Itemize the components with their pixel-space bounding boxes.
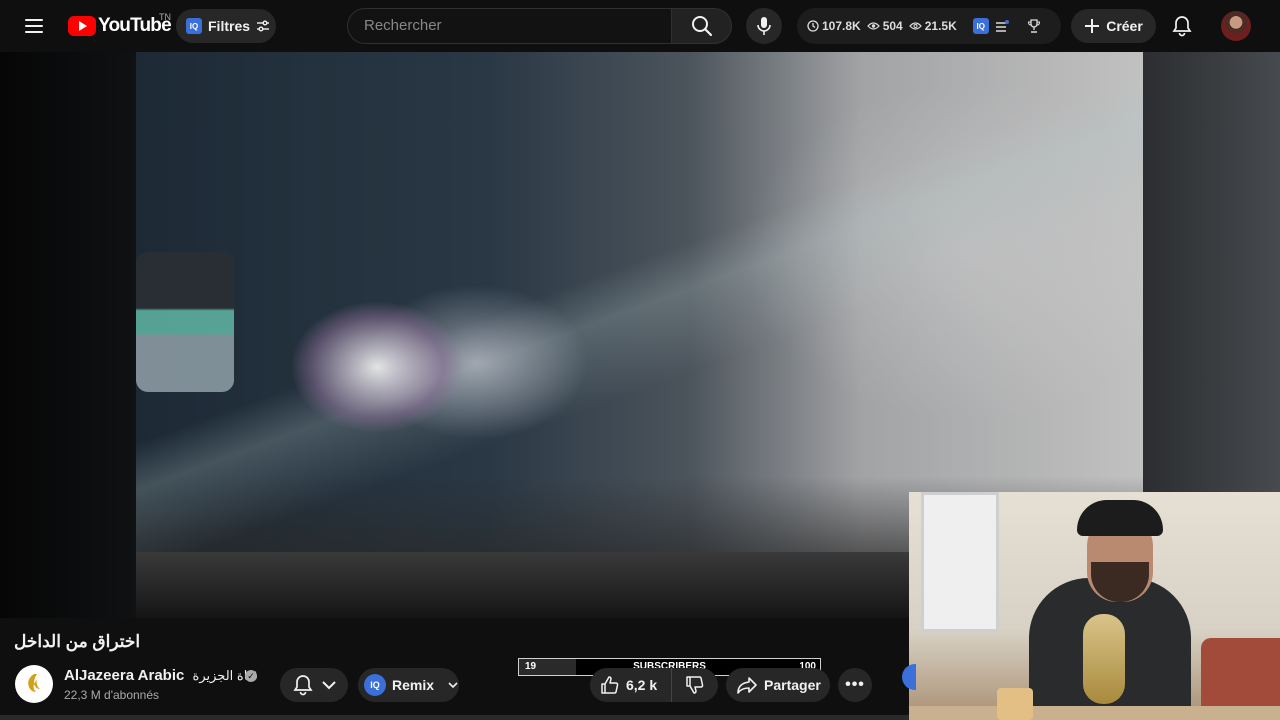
- microphone-icon: [757, 17, 771, 35]
- remix-button[interactable]: IQ Remix: [358, 668, 459, 702]
- subscriber-count: 22,3 M d'abonnés: [64, 688, 160, 702]
- thumbs-down-icon: [686, 676, 704, 694]
- like-button[interactable]: 6,2 k: [590, 668, 672, 702]
- like-dislike-group: 6,2 k: [590, 668, 718, 702]
- views-stat: 107.8K: [807, 19, 861, 33]
- chevron-down-icon: [321, 681, 336, 690]
- webcam-overlay: [909, 492, 1280, 720]
- extension-side-button[interactable]: [902, 664, 916, 690]
- voice-search-button[interactable]: [746, 8, 782, 44]
- verified-badge-icon: ✓: [245, 670, 257, 682]
- webcam-microphone: [1083, 614, 1125, 704]
- like-count: 6,2 k: [626, 677, 658, 693]
- clock-icon: [807, 20, 819, 32]
- eye-outline-icon: [908, 22, 922, 30]
- watchers-stat: 21.5K: [908, 19, 957, 33]
- top-bar: YouTube TN IQ Filtres Rechercher 107.8K …: [0, 0, 1280, 52]
- video-frame-detail: [136, 552, 916, 618]
- bell-icon: [292, 675, 313, 696]
- watchers-value: 21.5K: [924, 19, 957, 33]
- webcam-cup: [997, 688, 1033, 720]
- thumbs-up-icon: [601, 676, 619, 694]
- chevron-down-icon: [448, 682, 458, 689]
- create-button[interactable]: Créer: [1071, 9, 1156, 43]
- channel-avatar[interactable]: [15, 665, 53, 703]
- share-label: Partager: [764, 677, 821, 693]
- filters-button[interactable]: IQ Filtres: [176, 9, 276, 43]
- trophy-icon[interactable]: [1027, 19, 1041, 33]
- list-icon[interactable]: [995, 20, 1009, 32]
- share-button[interactable]: Partager: [726, 668, 830, 702]
- aljazeera-logo-icon: [28, 674, 40, 692]
- logo-country-code: TN: [159, 12, 171, 22]
- channel-name-latin: AlJazeera Arabic: [64, 667, 185, 684]
- iq-extension-icon: IQ: [186, 18, 202, 34]
- filters-label: Filtres: [208, 18, 251, 34]
- video-frame-detail: [136, 252, 234, 392]
- more-dots-icon: •••: [845, 676, 865, 693]
- share-icon: [737, 677, 757, 694]
- notifications-button[interactable]: [1167, 12, 1197, 40]
- plus-icon: [1085, 19, 1100, 33]
- create-label: Créer: [1106, 18, 1143, 34]
- more-actions-button[interactable]: •••: [838, 668, 872, 702]
- youtube-logo[interactable]: YouTube: [68, 15, 172, 37]
- menu-icon[interactable]: [18, 12, 50, 40]
- webcam-desk: [909, 706, 1280, 720]
- sliders-icon: [257, 20, 270, 32]
- youtube-play-icon: [68, 16, 96, 36]
- views-value: 107.8K: [822, 19, 861, 33]
- search-button[interactable]: [671, 8, 732, 44]
- iq-extension-icon[interactable]: IQ: [972, 18, 989, 34]
- video-frame-detail: [292, 302, 462, 432]
- account-avatar[interactable]: [1221, 11, 1251, 41]
- eye-icon: [866, 22, 880, 30]
- remix-label: Remix: [392, 677, 435, 693]
- subscription-bell-button[interactable]: [280, 668, 348, 702]
- channel-name[interactable]: AlJazeera Arabic قناة الجزيرة: [64, 667, 258, 684]
- viewers-value: 504: [882, 19, 903, 33]
- viewers-stat: 504: [866, 19, 903, 33]
- page-divider: [0, 715, 909, 720]
- dislike-button[interactable]: [672, 668, 718, 702]
- iq-extension-icon: IQ: [364, 674, 386, 696]
- bell-icon: [1172, 16, 1192, 37]
- video-title: اختراق من الداخل: [14, 632, 141, 651]
- webcam-window: [921, 492, 999, 632]
- extension-stats-bar: 107.8K 504 21.5K IQ: [797, 8, 1061, 44]
- search-icon: [691, 16, 712, 37]
- search-input[interactable]: Rechercher: [347, 8, 672, 44]
- webcam-person-cap: [1077, 500, 1163, 536]
